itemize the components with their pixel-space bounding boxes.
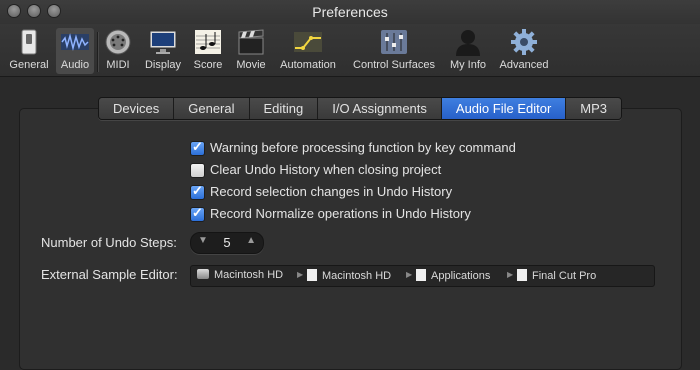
- checkbox-warning-before-processing[interactable]: [190, 139, 205, 156]
- path-separator-icon: ▶: [406, 270, 413, 279]
- tab-devices[interactable]: Devices: [99, 98, 175, 119]
- increment-icon[interactable]: ▲: [246, 235, 256, 246]
- external-editor-path-control[interactable]: Macintosh HD ▶ Macintosh HD ▶ Applicatio…: [190, 265, 655, 287]
- toolbar-audio[interactable]: Audio: [56, 28, 94, 74]
- path-crumb-applications[interactable]: Applications: [416, 269, 490, 282]
- music-notes-icon: [195, 30, 221, 54]
- tab-mp3[interactable]: MP3: [566, 98, 622, 119]
- title-bar: Preferences: [0, 0, 700, 24]
- midi-connector-icon: [105, 29, 131, 55]
- toolbar-general[interactable]: General: [8, 28, 50, 74]
- undo-steps-label: Number of Undo Steps:: [41, 235, 177, 250]
- window-title: Preferences: [312, 4, 388, 20]
- tab-io-assignments[interactable]: I/O Assignments: [318, 98, 442, 119]
- path-crumb-volume[interactable]: Macintosh HD: [197, 269, 283, 281]
- toolbar-automation[interactable]: Automation: [276, 28, 340, 74]
- switch-icon: [21, 29, 37, 55]
- minimize-window-button[interactable]: [28, 5, 40, 17]
- automation-curve-icon: [294, 32, 322, 52]
- waveform-icon: [61, 33, 89, 51]
- gear-icon: [511, 29, 537, 55]
- path-separator-icon: ▶: [507, 270, 514, 279]
- person-icon: [456, 30, 480, 56]
- toolbar-score[interactable]: Score: [191, 28, 225, 74]
- zoom-window-button[interactable]: [48, 5, 60, 17]
- monitor-icon: [149, 30, 177, 54]
- external-editor-label: External Sample Editor:: [41, 267, 178, 282]
- tab-general[interactable]: General: [174, 98, 250, 119]
- clapperboard-icon: [238, 29, 264, 55]
- folder-icon: [416, 269, 426, 281]
- file-icon: [517, 269, 527, 281]
- toolbar-movie[interactable]: Movie: [232, 28, 270, 74]
- toolbar-midi[interactable]: MIDI: [101, 28, 135, 74]
- preferences-toolbar: General Audio MIDI Display Score Movie A…: [0, 24, 700, 77]
- file-icon: [307, 269, 317, 281]
- audio-tab-bar: Devices General Editing I/O Assignments …: [98, 97, 623, 120]
- toolbar-control-surfaces[interactable]: Control Surfaces: [349, 28, 439, 74]
- checkbox-record-selection-changes[interactable]: [190, 183, 205, 200]
- hard-disk-icon: [197, 269, 209, 279]
- checkbox-record-normalize[interactable]: [190, 205, 205, 222]
- path-crumb-final-cut-pro[interactable]: Final Cut Pro: [517, 269, 596, 282]
- undo-steps-stepper[interactable]: ▼ 5 ▲: [190, 232, 264, 254]
- path-separator-icon: ▶: [297, 270, 304, 279]
- tab-audio-file-editor[interactable]: Audio File Editor: [441, 98, 567, 119]
- tab-editing[interactable]: Editing: [249, 98, 319, 119]
- close-window-button[interactable]: [8, 5, 20, 17]
- toolbar-advanced[interactable]: Advanced: [497, 28, 551, 74]
- checkbox-clear-undo-history[interactable]: [190, 163, 205, 178]
- path-crumb-disk[interactable]: Macintosh HD: [307, 269, 391, 282]
- faders-icon: [381, 30, 407, 54]
- toolbar-my-info[interactable]: My Info: [446, 28, 490, 74]
- toolbar-display[interactable]: Display: [141, 28, 185, 74]
